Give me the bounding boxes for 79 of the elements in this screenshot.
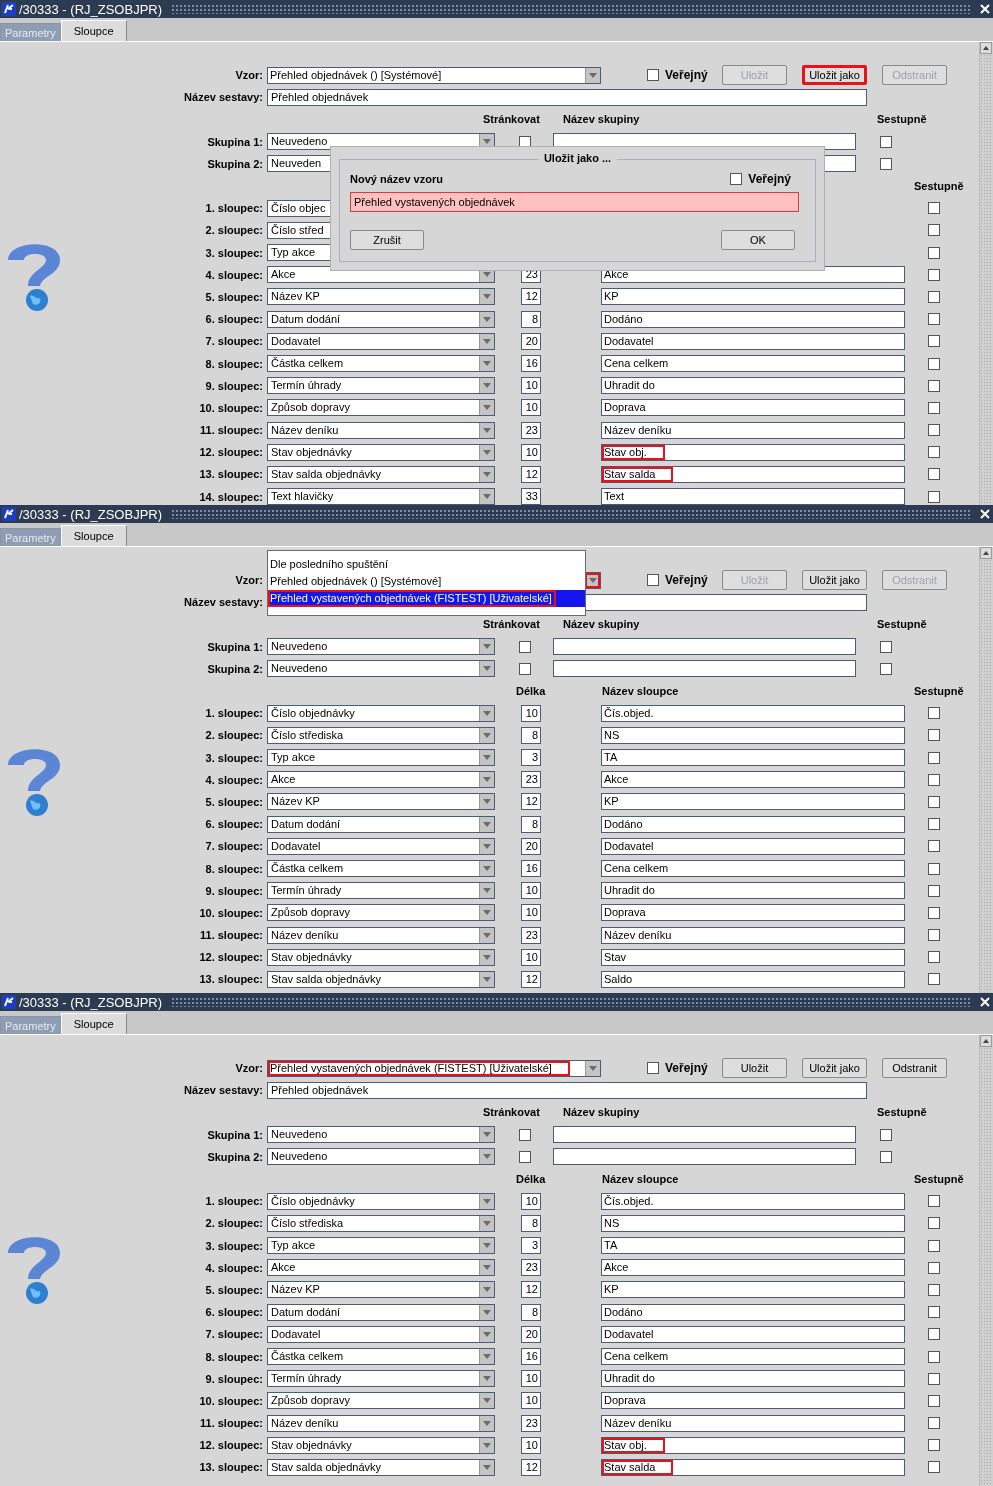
field-label: Nový název vzoru (350, 173, 443, 185)
field-label: Skupina 1: (206, 135, 264, 148)
field-label: 9. sloupec: (204, 1372, 264, 1385)
field-label: Skupina 2: (206, 662, 264, 675)
checkbox-label: Veřejný (665, 1061, 708, 1076)
field-label: 6. sloupec: (204, 818, 264, 831)
field-label: 10. sloupec: (198, 906, 264, 919)
field-label: 12. sloupec: (198, 446, 264, 459)
field-label: 12. sloupec: (198, 951, 264, 964)
field-label: 13. sloupec: (198, 973, 264, 986)
field-label: Skupina 2: (206, 157, 264, 170)
field-label: 11. sloupec: (199, 929, 264, 942)
column-header: Stránkovat (483, 618, 540, 631)
checkbox-label: Veřejný (748, 172, 791, 186)
field-label: 6. sloupec: (204, 1306, 264, 1319)
dialog-title: Uložit jako ... (537, 152, 618, 164)
column-header: Sestupně (877, 113, 927, 126)
field-label: Skupina 1: (206, 1128, 264, 1141)
field-label: Skupina 2: (206, 1150, 264, 1163)
field-label: 5. sloupec: (204, 1283, 264, 1296)
field-label: 10. sloupec: (198, 401, 264, 414)
column-header: Délka (516, 685, 546, 698)
column-header: Stránkovat (483, 113, 540, 126)
field-label: 4. sloupec: (204, 268, 264, 281)
dropdown-value: Přehled vystavených objednávek (FISTEST) [Uživatelské] (268, 1060, 570, 1076)
column-header: Sestupně (914, 1173, 964, 1186)
column-header: Sestupně (877, 1106, 927, 1119)
column-header: Stránkovat (483, 1106, 540, 1119)
window-title: /30333 - (RJ_ZSOBJPR) (19, 1, 163, 17)
field-label: 12. sloupec: (198, 1439, 264, 1452)
field-label: 7. sloupec: (204, 335, 264, 348)
field-label: 1. sloupec: (204, 707, 264, 720)
field-label: 9. sloupec: (204, 884, 264, 897)
field-label: 5. sloupec: (204, 290, 264, 303)
checkbox-label: Veřejný (665, 573, 708, 588)
column-header: Délka (516, 1173, 546, 1186)
field-label: 3. sloupec: (204, 751, 264, 764)
field-label: 3. sloupec: (204, 1239, 264, 1252)
field-label: 7. sloupec: (204, 840, 264, 853)
field-label: 8. sloupec: (204, 1350, 264, 1363)
field-label: Vzor: (234, 1062, 264, 1075)
field-label: Skupina 1: (206, 640, 264, 653)
field-label: 13. sloupec: (198, 1461, 264, 1474)
column-header: Název sloupce (602, 1173, 679, 1186)
column-header: Název skupiny (563, 113, 640, 126)
field-label: Vzor: (234, 69, 264, 82)
column-header: Sestupně (914, 180, 964, 193)
column-header: Sestupně (877, 618, 927, 631)
column-header: Název sloupce (602, 685, 679, 698)
field-label: 1. sloupec: (204, 1195, 264, 1208)
field-label: Název sestavy: (183, 91, 264, 104)
field-label: 6. sloupec: (204, 313, 264, 326)
column-header: Sestupně (914, 685, 964, 698)
field-label: 2. sloupec: (204, 729, 264, 742)
field-label: 8. sloupec: (204, 357, 264, 370)
field-label: 2. sloupec: (204, 224, 264, 237)
field-label: 3. sloupec: (204, 246, 264, 259)
field-label: 4. sloupec: (204, 773, 264, 786)
field-label: Název sestavy: (183, 1084, 264, 1097)
field-label: 1. sloupec: (204, 202, 264, 215)
field-label: 14. sloupec: (198, 490, 264, 503)
checkbox-label: Veřejný (665, 68, 708, 83)
window-title: /30333 - (RJ_ZSOBJPR) (19, 994, 163, 1010)
field-label: 8. sloupec: (204, 862, 264, 875)
field-label: 11. sloupec: (199, 424, 264, 437)
column-header: Název skupiny (563, 1106, 640, 1119)
field-label: 9. sloupec: (204, 379, 264, 392)
column-header: Název skupiny (563, 618, 640, 631)
field-label: Název sestavy: (183, 596, 264, 609)
dropdown-value: Přehled objednávek () [Systémové] (269, 67, 443, 83)
field-label: 2. sloupec: (204, 1217, 264, 1230)
field-label: 4. sloupec: (204, 1261, 264, 1274)
window-title: /30333 - (RJ_ZSOBJPR) (19, 506, 163, 522)
field-label: 7. sloupec: (204, 1328, 264, 1341)
field-label: 10. sloupec: (198, 1394, 264, 1407)
field-label: 5. sloupec: (204, 795, 264, 808)
field-label: Vzor: (234, 574, 264, 587)
field-label: 11. sloupec: (199, 1417, 264, 1430)
field-label: 13. sloupec: (198, 468, 264, 481)
